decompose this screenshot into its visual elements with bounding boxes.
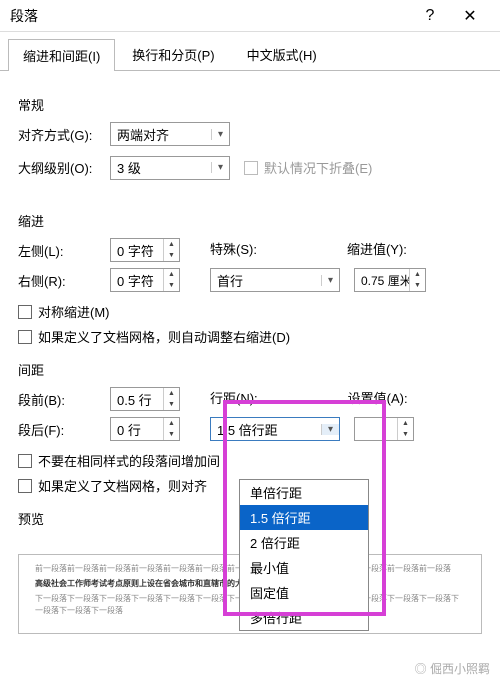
line-spacing-value: 1.5 倍行距 <box>211 420 321 439</box>
indent-right-value: 0 字符 <box>111 271 163 290</box>
collapse-checkbox <box>244 161 258 175</box>
up-arrow-icon[interactable]: ▲ <box>410 269 425 280</box>
line-spacing-label: 行距(N): <box>210 388 258 407</box>
down-arrow-icon[interactable]: ▼ <box>164 429 179 440</box>
line-option-atleast[interactable]: 最小值 <box>240 555 368 580</box>
outline-value: 3 级 <box>111 158 211 177</box>
no-space-same-style-checkbox[interactable] <box>18 454 32 468</box>
line-option-single[interactable]: 单倍行距 <box>240 480 368 505</box>
line-option-exactly[interactable]: 固定值 <box>240 580 368 605</box>
spacing-heading: 间距 <box>18 360 482 379</box>
space-after-label: 段后(F): <box>18 420 110 439</box>
indent-right-label: 右侧(R): <box>18 271 110 290</box>
indent-value-spinner[interactable]: 0.75 厘米 ▲▼ <box>354 268 426 292</box>
auto-adjust-indent-label: 如果定义了文档网格，则自动调整右缩进(D) <box>38 327 290 346</box>
tab-strip: 缩进和间距(I) 换行和分页(P) 中文版式(H) <box>0 38 500 71</box>
line-spacing-dropdown: 单倍行距 1.5 倍行距 2 倍行距 最小值 固定值 多倍行距 <box>239 479 369 631</box>
window-title: 段落 <box>10 6 410 26</box>
up-arrow-icon[interactable]: ▲ <box>398 418 413 429</box>
outline-label: 大纲级别(O): <box>18 158 110 177</box>
down-arrow-icon[interactable]: ▼ <box>410 280 425 291</box>
tab-asian-typography[interactable]: 中文版式(H) <box>232 38 332 70</box>
close-button[interactable]: ✕ <box>450 6 490 26</box>
line-option-double[interactable]: 2 倍行距 <box>240 530 368 555</box>
collapse-label: 默认情况下折叠(E) <box>264 158 372 177</box>
down-arrow-icon[interactable]: ▼ <box>398 429 413 440</box>
mirror-indent-checkbox[interactable] <box>18 305 32 319</box>
no-space-same-style-label: 不要在相同样式的段落间增加间 <box>38 451 220 470</box>
up-arrow-icon[interactable]: ▲ <box>164 239 179 250</box>
chevron-down-icon: ▾ <box>211 162 229 173</box>
space-before-value: 0.5 行 <box>111 390 163 409</box>
indent-value-value: 0.75 厘米 <box>355 272 409 289</box>
special-combo[interactable]: 首行 ▾ <box>210 268 340 292</box>
alignment-combo[interactable]: 两端对齐 ▾ <box>110 122 230 146</box>
indent-value-label: 缩进值(Y): <box>347 239 407 258</box>
line-option-multiple[interactable]: 多倍行距 <box>240 605 368 630</box>
tab-line-page-breaks[interactable]: 换行和分页(P) <box>117 38 229 70</box>
indent-left-value: 0 字符 <box>111 241 163 260</box>
indent-left-spinner[interactable]: 0 字符 ▲▼ <box>110 238 180 262</box>
chevron-down-icon: ▾ <box>211 129 229 140</box>
general-heading: 常规 <box>18 95 482 114</box>
set-value-spinner[interactable]: ▲▼ <box>354 417 414 441</box>
down-arrow-icon[interactable]: ▼ <box>164 399 179 410</box>
auto-adjust-indent-checkbox[interactable] <box>18 330 32 344</box>
space-before-spinner[interactable]: 0.5 行 ▲▼ <box>110 387 180 411</box>
space-after-spinner[interactable]: 0 行 ▲▼ <box>110 417 180 441</box>
up-arrow-icon[interactable]: ▲ <box>164 418 179 429</box>
special-label: 特殊(S): <box>210 239 257 258</box>
mirror-indent-label: 对称缩进(M) <box>38 302 110 321</box>
indent-right-spinner[interactable]: 0 字符 ▲▼ <box>110 268 180 292</box>
line-spacing-combo[interactable]: 1.5 倍行距 ▾ <box>210 417 340 441</box>
set-value-label: 设置值(A): <box>348 388 408 407</box>
snap-to-grid-checkbox[interactable] <box>18 479 32 493</box>
watermark-text: ◎ 倔西小照羁 <box>415 660 490 677</box>
special-value: 首行 <box>211 271 321 290</box>
space-after-value: 0 行 <box>111 420 163 439</box>
down-arrow-icon[interactable]: ▼ <box>164 280 179 291</box>
tab-indent-spacing[interactable]: 缩进和间距(I) <box>8 39 115 71</box>
chevron-down-icon: ▾ <box>321 275 339 286</box>
indent-left-label: 左侧(L): <box>18 241 110 260</box>
up-arrow-icon[interactable]: ▲ <box>164 388 179 399</box>
snap-to-grid-label: 如果定义了文档网格，则对齐 <box>38 476 207 495</box>
up-arrow-icon[interactable]: ▲ <box>164 269 179 280</box>
space-before-label: 段前(B): <box>18 390 110 409</box>
down-arrow-icon[interactable]: ▼ <box>164 250 179 261</box>
alignment-value: 两端对齐 <box>111 125 211 144</box>
indent-heading: 缩进 <box>18 211 482 230</box>
chevron-down-icon: ▾ <box>321 424 339 435</box>
outline-combo[interactable]: 3 级 ▾ <box>110 156 230 180</box>
line-option-1-5[interactable]: 1.5 倍行距 <box>240 505 368 530</box>
alignment-label: 对齐方式(G): <box>18 125 110 144</box>
help-button[interactable]: ? <box>410 7 450 25</box>
